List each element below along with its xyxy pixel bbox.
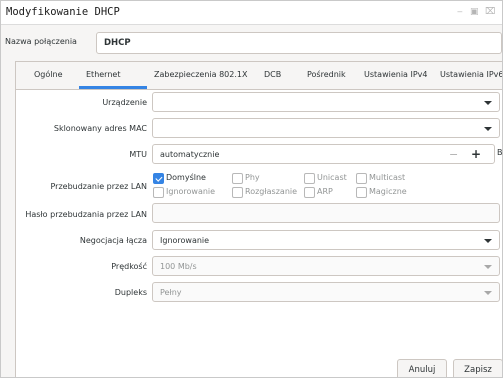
- close-icon[interactable]: ⌧: [485, 7, 495, 17]
- maximize-icon[interactable]: ▣: [470, 7, 479, 17]
- tab-ipv4[interactable]: Ustawienia IPv4: [364, 70, 428, 79]
- connection-name-label: Nazwa połączenia: [5, 37, 77, 46]
- tab-proxy[interactable]: Pośrednik: [307, 70, 346, 79]
- duplex-label: Dupleks: [114, 288, 147, 297]
- checkbox-icon: [304, 173, 315, 184]
- tab-ethernet[interactable]: Ethernet: [86, 70, 120, 79]
- active-tab-indicator: [79, 86, 147, 89]
- duplex-dropdown[interactable]: Pełny: [152, 282, 500, 302]
- checkbox-icon: [232, 187, 243, 198]
- checkbox-icon: [356, 173, 367, 184]
- device-label: Urządzenie: [102, 98, 147, 107]
- connection-name-value: DHCP: [104, 38, 131, 48]
- device-dropdown[interactable]: [152, 92, 500, 112]
- wol-password-input[interactable]: [152, 203, 500, 223]
- tab-dcb[interactable]: DCB: [264, 70, 281, 79]
- cancel-button[interactable]: Anuluj: [397, 359, 447, 377]
- speed-value: 100 Mb/s: [160, 262, 197, 271]
- checkbox-icon: [153, 173, 164, 184]
- connection-name-input[interactable]: DHCP: [96, 32, 502, 54]
- plus-icon[interactable]: +: [471, 147, 481, 161]
- chevron-down-icon: [484, 291, 492, 295]
- link-negotiation-value: Ignorowanie: [160, 236, 210, 245]
- wol-password-label: Hasło przebudzania przez LAN: [25, 210, 147, 219]
- duplex-value: Pełny: [160, 288, 182, 297]
- save-button[interactable]: Zapisz: [453, 359, 502, 377]
- tab-bar: Ogólne Ethernet Zabezpieczenia 802.1X DC…: [16, 62, 502, 90]
- cloned-mac-label: Sklonowany adres MAC: [53, 124, 147, 133]
- minus-icon[interactable]: −: [449, 148, 458, 161]
- connection-name-row: Nazwa połączenia DHCP: [1, 25, 502, 59]
- speed-label: Prędkość: [111, 262, 147, 271]
- chevron-down-icon: [484, 127, 492, 131]
- speed-dropdown[interactable]: 100 Mb/s: [152, 256, 500, 276]
- tab-security-8021x[interactable]: Zabezpieczenia 802.1X: [154, 70, 247, 79]
- mtu-unit: B: [497, 148, 503, 157]
- tab-general[interactable]: Ogólne: [34, 70, 62, 79]
- mtu-label: MTU: [129, 150, 147, 159]
- chevron-down-icon: [484, 101, 492, 105]
- link-negotiation-label: Negocjacja łącza: [79, 236, 147, 245]
- mtu-stepper: − +: [444, 145, 494, 165]
- chevron-down-icon: [484, 265, 492, 269]
- checkbox-icon: [232, 173, 243, 184]
- mtu-value: automatycznie: [160, 150, 220, 159]
- checkbox-icon: [304, 187, 315, 198]
- checkbox-icon: [153, 187, 164, 198]
- tab-ipv6[interactable]: Ustawienia IPv6: [440, 70, 502, 79]
- mtu-spinbox[interactable]: automatycznie − +: [152, 144, 495, 164]
- link-negotiation-dropdown[interactable]: Ignorowanie: [152, 230, 500, 250]
- checkbox-icon: [356, 187, 367, 198]
- cloned-mac-dropdown[interactable]: [152, 118, 500, 138]
- wake-on-lan-label: Przebudzanie przez LAN: [50, 182, 147, 191]
- minimize-icon[interactable]: ‒: [457, 7, 463, 17]
- chevron-down-icon: [484, 239, 492, 243]
- window-title: Modyfikowanie DHCP: [6, 6, 120, 18]
- titlebar: Modyfikowanie DHCP ‒ ▣ ⌧: [1, 1, 502, 25]
- dialog-window: Modyfikowanie DHCP ‒ ▣ ⌧ Nazwa połączeni…: [0, 0, 503, 378]
